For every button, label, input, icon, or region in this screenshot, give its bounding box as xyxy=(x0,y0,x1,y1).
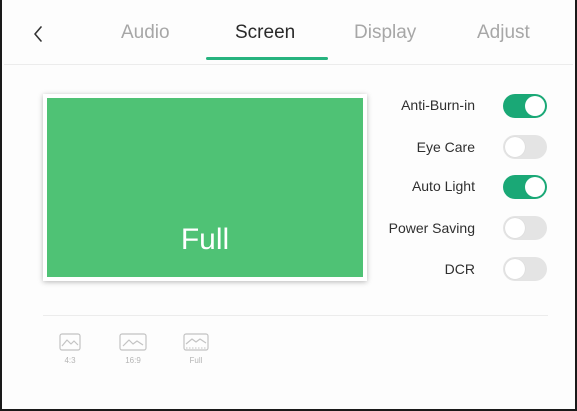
chevron-left-icon xyxy=(34,26,42,42)
screen-preview: Full xyxy=(43,94,367,281)
auto-light-label: Auto Light xyxy=(411,178,475,194)
toggle-knob xyxy=(505,259,525,279)
aspect-4-3-option[interactable]: 4:3 xyxy=(50,333,90,365)
screen-settings-panel: Audio Screen Display Adjust Full Anti-Bu… xyxy=(0,0,577,411)
section-divider xyxy=(43,315,548,316)
header-divider xyxy=(4,64,573,65)
dcr-label: DCR xyxy=(444,261,475,277)
aspect-label: Full xyxy=(189,356,203,365)
anti-burn-in-toggle[interactable] xyxy=(503,94,547,118)
aspect-label: 4:3 xyxy=(64,356,76,365)
toggle-knob xyxy=(525,177,545,197)
tab-adjust[interactable]: Adjust xyxy=(477,22,530,44)
power-saving-label: Power Saving xyxy=(388,220,475,236)
eye-care-toggle[interactable] xyxy=(503,135,547,159)
aspect-16-9-option[interactable]: 16:9 xyxy=(113,333,153,365)
aspect-full-option[interactable]: Full xyxy=(176,333,216,365)
anti-burn-in-label: Anti-Burn-in xyxy=(401,97,475,113)
active-tab-indicator xyxy=(206,57,328,60)
toggle-knob xyxy=(505,137,525,157)
tab-audio[interactable]: Audio xyxy=(121,22,170,44)
toggle-knob xyxy=(525,96,545,116)
power-saving-toggle[interactable] xyxy=(503,216,547,240)
image-icon xyxy=(183,333,209,351)
preview-mode-label: Full xyxy=(180,223,230,256)
image-icon xyxy=(119,333,147,351)
tab-screen[interactable]: Screen xyxy=(235,22,295,44)
aspect-label: 16:9 xyxy=(125,356,141,365)
toggle-knob xyxy=(505,218,525,238)
auto-light-toggle[interactable] xyxy=(503,175,547,199)
tab-display[interactable]: Display xyxy=(354,22,416,44)
image-icon xyxy=(59,333,81,351)
back-button[interactable] xyxy=(26,20,50,48)
dcr-toggle[interactable] xyxy=(503,257,547,281)
eye-care-label: Eye Care xyxy=(416,139,475,155)
